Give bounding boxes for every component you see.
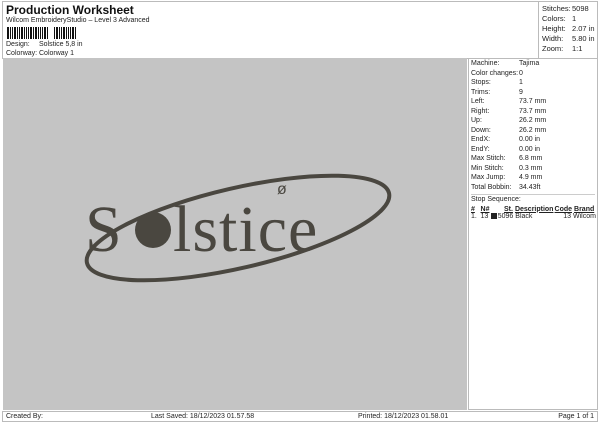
- info-row: Total Bobbin: 34.43ft: [471, 183, 541, 191]
- info-row: Machine: Tajima: [471, 60, 540, 67]
- stat: Height: 2.07 in: [542, 24, 595, 33]
- info-row: Trims: 9: [471, 88, 523, 96]
- machine-info-panel: Machine: Tajima Color changes:0 Stops: 1 Trim…: [468, 58, 598, 410]
- info-row: Left: 73.7 mm: [471, 98, 547, 105]
- info-row: Min Stitch: 0.3 mm: [471, 164, 543, 172]
- colorway: Colorway: Colorway 1: [6, 50, 75, 57]
- design-preview: S lstice ø: [3, 58, 467, 410]
- svg-text:S: S: [85, 193, 123, 266]
- barcode: [7, 27, 127, 39]
- software-name: Wilcom EmbroideryStudio – Level 3 Advanc…: [6, 17, 150, 24]
- info-row: Down: 26.2 mm: [471, 126, 547, 134]
- stat: Zoom: 1:1: [542, 44, 583, 53]
- svg-text:lstice: lstice: [173, 193, 318, 266]
- stat: Width: 5.80 in: [542, 34, 595, 43]
- info-row: Right: 73.7 mm: [471, 107, 547, 115]
- printed-date: Printed: 18/12/2023 01.58.01: [358, 413, 449, 420]
- info-row: EndY: 0.00 in: [471, 145, 541, 153]
- created-by: Created By:: [6, 413, 43, 420]
- last-saved: Last Saved: 18/12/2023 01.57.58: [151, 413, 255, 420]
- design-name: Design: Solstice 5,8 in: [6, 41, 83, 48]
- info-row: Max Stitch: 6.8 mm: [471, 155, 543, 162]
- worksheet-header: Production Worksheet Wilcom EmbroiderySt…: [2, 1, 598, 59]
- info-row: Color changes:0: [471, 69, 523, 77]
- page-number: Page 1 of 1: [558, 413, 594, 420]
- color-swatch: [490, 212, 497, 219]
- footer: Created By: Last Saved: 18/12/2023 01.57…: [2, 411, 598, 422]
- solstice-logo: S lstice ø: [84, 173, 392, 283]
- info-row: EndX: 0.00 in: [471, 136, 541, 143]
- stop-row: 1. 13 5096 Black 13 Wilcom: [471, 212, 596, 220]
- svg-text:ø: ø: [277, 181, 287, 198]
- info-row: Stops: 1: [471, 79, 523, 86]
- stat: Colors: 1: [542, 14, 577, 23]
- info-row: Max Jump: 4.9 mm: [471, 174, 543, 181]
- stop-sequence-header: # N# St. Description Code Brand: [471, 205, 595, 213]
- page-title: Production Worksheet: [6, 3, 134, 17]
- stat: Stitches: 5098: [542, 4, 589, 13]
- stats-panel: Stitches: 5098 Colors: 1 Height: 2.07 in Wi…: [538, 2, 597, 58]
- stop-sequence-title: Stop Sequence:: [471, 194, 595, 204]
- info-row: Up: 26.2 mm: [471, 117, 547, 124]
